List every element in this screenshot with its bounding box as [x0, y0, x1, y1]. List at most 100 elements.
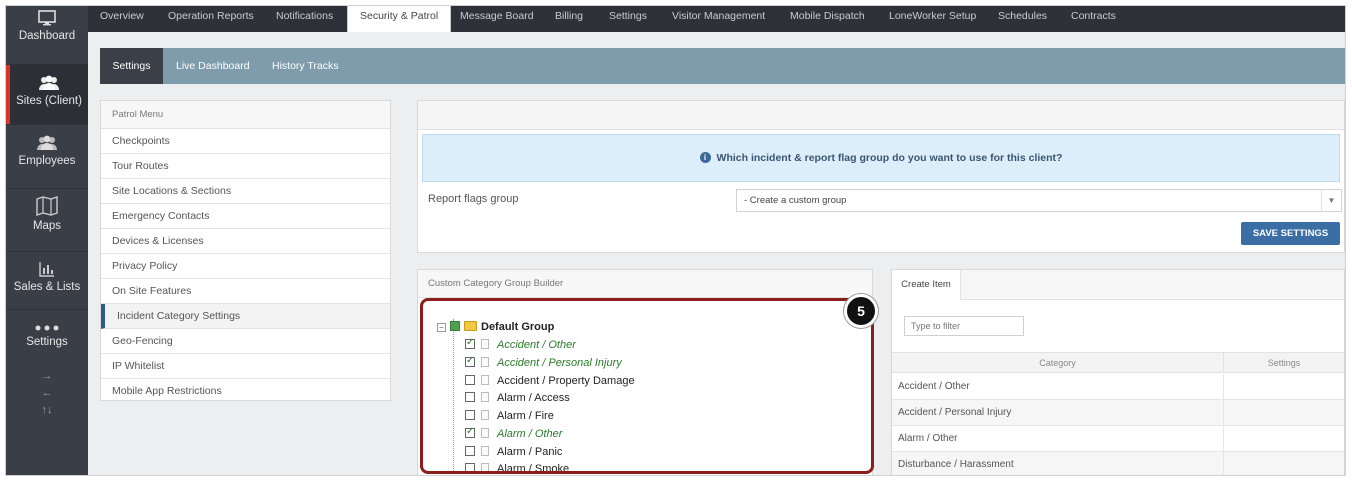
tree-item-label: Accident / Personal Injury: [497, 357, 622, 369]
divider: [6, 188, 88, 189]
document-icon: [481, 339, 489, 349]
tree-item[interactable]: Alarm / Panic: [465, 446, 562, 458]
tab-overview[interactable]: Overview: [100, 6, 144, 32]
divider: [6, 309, 88, 310]
tree-item-label: Accident / Other: [497, 339, 576, 351]
document-icon: [481, 375, 489, 385]
tab-settings[interactable]: Settings: [609, 6, 647, 32]
column-header-settings[interactable]: Settings: [1224, 353, 1344, 373]
subtab-history-tracks[interactable]: History Tracks: [272, 48, 339, 84]
info-alert: i Which incident & report flag group do y…: [422, 134, 1340, 182]
folder-icon: [464, 321, 477, 331]
dots-icon: [35, 325, 59, 331]
report-flags-settings-panel: i Which incident & report flag group do y…: [417, 100, 1345, 253]
nav-collapse-arrows[interactable]: → ← ↑↓: [6, 368, 88, 419]
tab-notifications[interactable]: Notifications: [276, 6, 333, 32]
document-icon: [481, 410, 489, 420]
employees-icon: [37, 135, 57, 150]
checkbox[interactable]: [465, 410, 475, 420]
builder-title: Custom Category Group Builder: [418, 270, 872, 298]
patrol-item-mobile-app-restrictions[interactable]: Mobile App Restrictions: [101, 379, 390, 404]
nav-label: Maps: [32, 220, 62, 232]
tab-message-board[interactable]: Message Board: [460, 6, 534, 32]
checkbox[interactable]: [465, 355, 475, 367]
table-row[interactable]: Accident / Other: [892, 374, 1344, 400]
info-text: Which incident & report flag group do yo…: [716, 152, 1063, 164]
category-cell: Accident / Personal Injury: [892, 400, 1224, 426]
checkbox[interactable]: [465, 375, 475, 385]
patrol-item-site-locations[interactable]: Site Locations & Sections: [101, 179, 390, 204]
tree-item[interactable]: Accident / Personal Injury: [465, 355, 622, 369]
nav-sites-client[interactable]: Sites (Client): [6, 65, 88, 124]
bar-chart-icon: [39, 262, 54, 277]
patrol-item-tour-routes[interactable]: Tour Routes: [101, 154, 390, 179]
report-flags-value: - Create a custom group: [744, 195, 847, 206]
checkbox[interactable]: [465, 337, 475, 349]
create-item-tabs: Create Item: [892, 270, 1344, 300]
tree-item-label: Alarm / Access: [497, 392, 570, 404]
nav-employees[interactable]: Employees: [6, 135, 88, 187]
tree-item[interactable]: Alarm / Fire: [465, 410, 554, 422]
map-icon: [36, 196, 58, 216]
tree-item[interactable]: Accident / Other: [465, 337, 576, 351]
root-checkbox[interactable]: [450, 321, 460, 331]
tab-security-patrol[interactable]: Security & Patrol: [347, 6, 452, 32]
report-flags-select[interactable]: - Create a custom group ▼: [736, 189, 1342, 212]
checkbox[interactable]: [465, 463, 475, 471]
monitor-icon: [38, 10, 56, 26]
nav-label: Sales & Lists: [13, 281, 81, 293]
tree-item[interactable]: Accident / Property Damage: [465, 375, 635, 387]
patrol-item-devices-licenses[interactable]: Devices & Licenses: [101, 229, 390, 254]
table-row[interactable]: Accident / Personal Injury: [892, 400, 1344, 426]
tree-root-node[interactable]: − Default Group: [437, 321, 554, 333]
category-tree: − Default Group Accident / Other Accident…: [420, 298, 874, 474]
patrol-item-incident-category-settings[interactable]: Incident Category Settings: [101, 304, 390, 329]
subtab-settings[interactable]: Settings: [100, 48, 163, 84]
subtab-live-dashboard[interactable]: Live Dashboard: [176, 48, 250, 84]
tab-billing[interactable]: Billing: [555, 6, 583, 32]
save-settings-button[interactable]: SAVE SETTINGS: [1241, 222, 1340, 245]
tree-item[interactable]: Alarm / Smoke: [465, 463, 570, 474]
tree-item-label: Alarm / Other: [497, 428, 563, 440]
tree-item[interactable]: Alarm / Access: [465, 392, 570, 404]
patrol-item-emergency-contacts[interactable]: Emergency Contacts: [101, 204, 390, 229]
tree-item[interactable]: Alarm / Other: [465, 426, 563, 440]
panel-header: [418, 101, 1344, 130]
patrol-item-geo-fencing[interactable]: Geo-Fencing: [101, 329, 390, 354]
report-flags-label: Report flags group: [428, 193, 519, 205]
checkbox[interactable]: [465, 426, 475, 438]
tab-create-item[interactable]: Create Item: [892, 270, 961, 300]
arrow-right-icon: →: [41, 370, 53, 382]
tab-mobile-dispatch[interactable]: Mobile Dispatch: [790, 6, 865, 32]
patrol-item-checkpoints[interactable]: Checkpoints: [101, 129, 390, 154]
patrol-item-privacy-policy[interactable]: Privacy Policy: [101, 254, 390, 279]
checkbox[interactable]: [465, 446, 475, 456]
nav-label: Employees: [18, 155, 76, 167]
sub-tab-bar: Settings Live Dashboard History Tracks: [100, 48, 1345, 84]
patrol-item-on-site-features[interactable]: On Site Features: [101, 279, 390, 304]
patrol-item-ip-whitelist[interactable]: IP Whitelist: [101, 354, 390, 379]
nav-settings[interactable]: Settings: [6, 324, 88, 364]
tab-visitor-management[interactable]: Visitor Management: [672, 6, 765, 32]
tree-item-label: Alarm / Smoke: [497, 463, 570, 474]
tab-schedules[interactable]: Schedules: [998, 6, 1047, 32]
filter-input[interactable]: [904, 316, 1024, 336]
document-icon: [481, 463, 489, 471]
collapse-icon[interactable]: −: [437, 323, 446, 332]
top-tab-bar: Overview Operation Reports Notifications…: [88, 6, 1345, 32]
table-row[interactable]: Disturbance / Harassment: [892, 452, 1344, 475]
nav-sales-lists[interactable]: Sales & Lists: [6, 261, 88, 313]
tab-operation-reports[interactable]: Operation Reports: [168, 6, 254, 32]
nav-maps[interactable]: Maps: [6, 196, 88, 248]
tree-item-label: Alarm / Panic: [497, 446, 563, 458]
tree-item-label: Alarm / Fire: [497, 410, 554, 422]
table-row[interactable]: Alarm / Other: [892, 426, 1344, 452]
tab-loneworker-setup[interactable]: LoneWorker Setup: [889, 6, 976, 32]
category-group-builder: Custom Category Group Builder − Default G…: [417, 269, 874, 475]
table-header: Category Settings: [892, 352, 1344, 373]
nav-dashboard[interactable]: Dashboard: [6, 10, 88, 62]
tab-contracts[interactable]: Contracts: [1071, 6, 1116, 32]
checkbox[interactable]: [465, 392, 475, 402]
tree-item-label: Accident / Property Damage: [497, 375, 635, 387]
column-header-category[interactable]: Category: [892, 353, 1224, 373]
